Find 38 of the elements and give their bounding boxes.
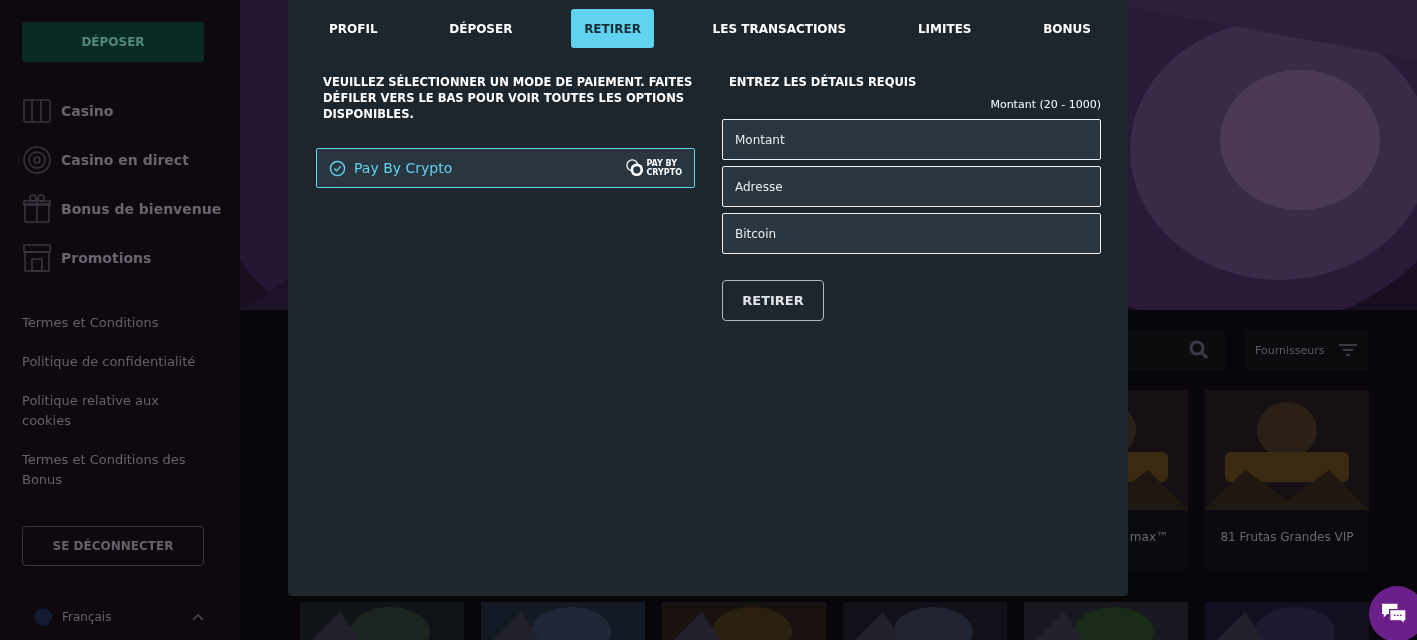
pay-by-crypto-logo: PAY BY CRYPTO xyxy=(626,159,682,177)
nav-link[interactable]: Bonus de bienvenue xyxy=(61,201,222,217)
logout-button[interactable]: SE DÉCONNECTER xyxy=(22,526,204,566)
roulette-icon xyxy=(22,145,52,175)
tab[interactable]: LIMITES xyxy=(904,9,985,48)
language-selector[interactable]: Français xyxy=(62,610,192,624)
footer-link[interactable]: Termes et Conditions des Bonus xyxy=(22,450,212,490)
input-field[interactable]: Adresse xyxy=(722,166,1101,207)
payment-method-option[interactable]: Pay By Crypto PAY BY CRYPTO xyxy=(316,148,695,188)
footer-link[interactable]: Politique relative aux cookies xyxy=(22,391,212,431)
nav-link[interactable]: Promotions xyxy=(61,250,152,266)
footer-link[interactable]: Politique de confidentialité xyxy=(22,352,212,372)
check-circle-icon xyxy=(329,159,346,177)
game-title[interactable]: 81 Frutas Grandes VIP xyxy=(1205,530,1369,544)
chat-button[interactable] xyxy=(1369,586,1417,640)
deposit-button[interactable]: DÉPOSER xyxy=(22,22,204,62)
instruction-text: VEUILLEZ SÉLECTIONNER UN MODE DE PAIEMENT. FAITES DÉFILER VERS LE BAS POUR VOIR TOUTES LES OPTIONS DISPONIBLES. xyxy=(323,74,694,122)
input-field[interactable]: Montant xyxy=(722,119,1101,160)
nav-link[interactable]: Casino en direct xyxy=(61,152,189,168)
slot-machine-icon xyxy=(22,96,52,126)
search-icon xyxy=(1189,340,1209,360)
withdraw-button[interactable]: RETIRER xyxy=(722,280,824,321)
filter-icon xyxy=(1338,343,1358,357)
nav-link[interactable]: Casino xyxy=(61,103,114,119)
tab[interactable]: RETIRER xyxy=(571,9,654,48)
chat-icon xyxy=(1380,602,1408,626)
tab[interactable]: DÉPOSER xyxy=(436,9,526,48)
input-field[interactable]: Bitcoin xyxy=(722,213,1101,254)
tab[interactable]: PROFIL xyxy=(316,9,391,48)
tab[interactable]: LES TRANSACTIONS xyxy=(699,9,860,48)
gift-icon xyxy=(22,194,52,224)
tab[interactable]: BONUS xyxy=(1030,9,1104,48)
section-heading: ENTREZ LES DÉTAILS REQUIS xyxy=(729,74,918,90)
footer-link[interactable]: Termes et Conditions xyxy=(22,313,212,333)
amount-range-label: Montant (20 - 1000) xyxy=(990,98,1101,111)
provider-dropdown[interactable]: Fournisseurs xyxy=(1245,330,1368,370)
flag-icon xyxy=(34,608,52,626)
storefront-icon xyxy=(22,243,52,273)
